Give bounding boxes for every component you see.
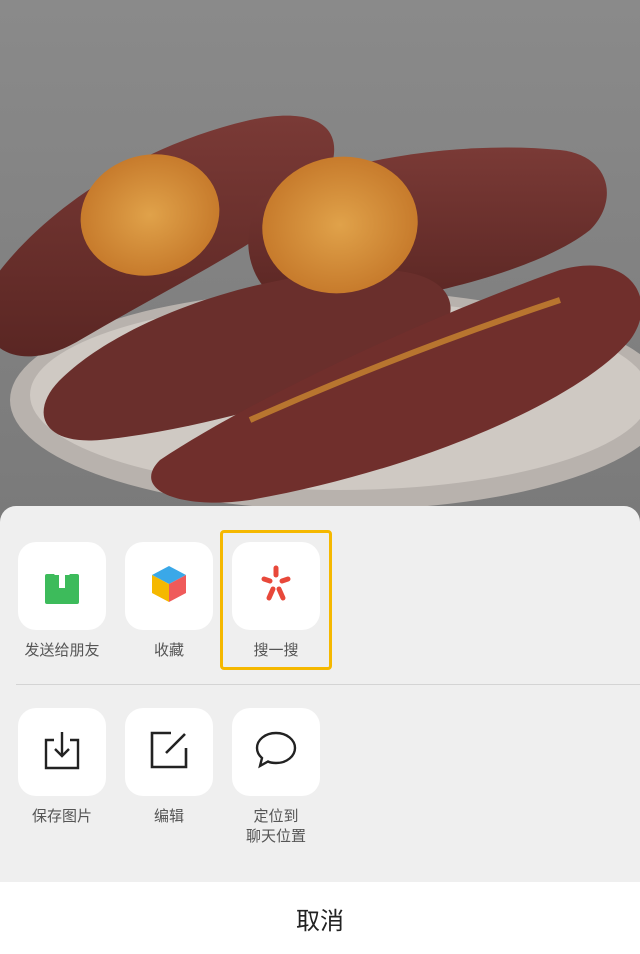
favorites-tile[interactable] bbox=[125, 542, 213, 630]
save-image-icon bbox=[44, 730, 80, 774]
save-image-action[interactable]: 保存图片 bbox=[12, 708, 112, 826]
chat-bubble-icon bbox=[254, 730, 298, 774]
background-photo bbox=[0, 0, 640, 520]
share-row-secondary: 保存图片 编辑 定位到 聊天位置 bbox=[0, 708, 640, 858]
edit-tile[interactable] bbox=[125, 708, 213, 796]
favorites-label: 收藏 bbox=[153, 641, 184, 659]
locate-in-chat-action[interactable]: 定位到 聊天位置 bbox=[226, 708, 326, 846]
send-to-friend-label: 发送给朋友 bbox=[24, 641, 100, 659]
edit-icon bbox=[149, 730, 189, 774]
send-to-friend-icon bbox=[45, 563, 79, 608]
cancel-button[interactable]: 取消 bbox=[0, 882, 640, 954]
edit-action[interactable]: 编辑 bbox=[119, 708, 219, 826]
send-to-friend-tile[interactable] bbox=[18, 542, 106, 630]
sweet-potatoes-image bbox=[0, 115, 640, 510]
highlight-box bbox=[220, 530, 332, 670]
locate-in-chat-tile[interactable] bbox=[232, 708, 320, 796]
favorites-action[interactable]: 收藏 bbox=[119, 542, 219, 660]
save-image-tile[interactable] bbox=[18, 708, 106, 796]
send-to-friend-action[interactable]: 发送给朋友 bbox=[12, 542, 112, 660]
locate-in-chat-label: 定位到 聊天位置 bbox=[245, 807, 306, 845]
section-divider bbox=[16, 684, 640, 685]
save-image-label: 保存图片 bbox=[31, 807, 92, 825]
favorites-cube-icon bbox=[150, 564, 188, 608]
edit-label: 编辑 bbox=[153, 807, 184, 825]
